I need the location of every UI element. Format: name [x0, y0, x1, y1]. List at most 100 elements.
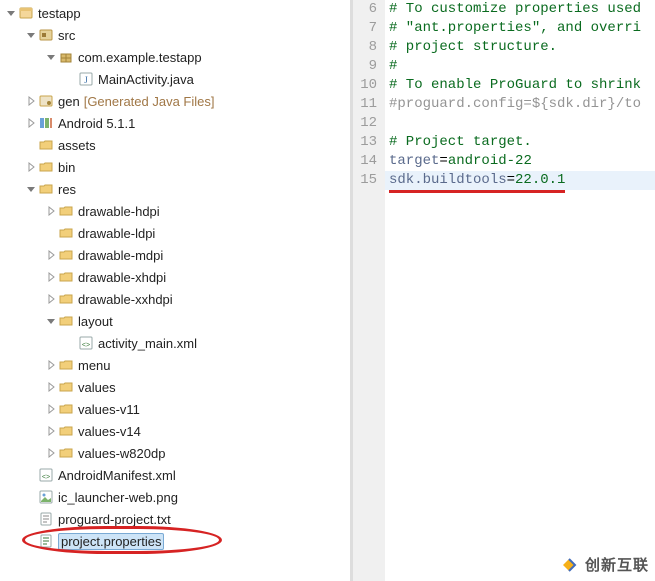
- tree-item-com-example-testapp[interactable]: com.example.testapp: [0, 46, 350, 68]
- tree-item-androidmanifest-xml[interactable]: <>AndroidManifest.xml: [0, 464, 350, 486]
- code-line-8[interactable]: # project structure.: [385, 38, 655, 57]
- prop-sep: =: [439, 153, 447, 169]
- svg-text:<>: <>: [42, 474, 50, 481]
- tree-item-assets[interactable]: assets: [0, 134, 350, 156]
- code-line-6[interactable]: # To customize properties used: [385, 0, 655, 19]
- txt-icon: [38, 511, 54, 527]
- folder-icon: [58, 225, 74, 241]
- folder-icon: [38, 137, 54, 153]
- code-text: # project structure.: [389, 39, 557, 55]
- tree-item-suffix: [Generated Java Files]: [84, 94, 215, 109]
- tree-item-src[interactable]: src: [0, 24, 350, 46]
- chevron-right-icon[interactable]: [44, 270, 58, 284]
- chevron-right-icon[interactable]: [44, 358, 58, 372]
- gutter-line: 13: [353, 133, 377, 152]
- watermark-text: 创新互联: [585, 554, 649, 575]
- chevron-right-icon[interactable]: [44, 402, 58, 416]
- tree-item-gen[interactable]: gen [Generated Java Files]: [0, 90, 350, 112]
- folder-icon: [58, 423, 74, 439]
- code-line-13[interactable]: # Project target.: [385, 133, 655, 152]
- code-line-10[interactable]: # To enable ProGuard to shrink: [385, 76, 655, 95]
- chevron-right-icon[interactable]: [44, 424, 58, 438]
- tree-item-values-w820dp[interactable]: values-w820dp: [0, 442, 350, 464]
- chevron-down-icon[interactable]: [24, 182, 38, 196]
- tree-item-values-v14[interactable]: values-v14: [0, 420, 350, 442]
- chevron-right-icon[interactable]: [44, 446, 58, 460]
- gutter-line: 14: [353, 152, 377, 171]
- png-icon: [38, 489, 54, 505]
- folder-icon: [58, 313, 74, 329]
- tree-item-label: values-v11: [78, 402, 140, 417]
- folder-icon: [58, 357, 74, 373]
- java-icon: J: [78, 71, 94, 87]
- tree-item-label: values-w820dp: [78, 446, 165, 461]
- gutter-line: 12: [353, 114, 377, 133]
- tree-item-label: ic_launcher-web.png: [58, 490, 178, 505]
- tree-item-label: MainActivity.java: [98, 72, 194, 87]
- chevron-down-icon[interactable]: [4, 6, 18, 20]
- tree-item-mainactivity-java[interactable]: J MainActivity.java: [0, 68, 350, 90]
- code-area[interactable]: # To customize properties used# "ant.pro…: [385, 0, 655, 190]
- folder-icon: [58, 401, 74, 417]
- tree-item-label: drawable-ldpi: [78, 226, 155, 241]
- code-line-11[interactable]: #proguard.config=${sdk.dir}/to: [385, 95, 655, 114]
- chevron-down-icon[interactable]: [44, 50, 58, 64]
- tree-item-drawable-xxhdpi[interactable]: drawable-xxhdpi: [0, 288, 350, 310]
- chevron-right-icon[interactable]: [44, 204, 58, 218]
- tree-item-label: com.example.testapp: [78, 50, 202, 65]
- xml-icon: <>: [78, 335, 94, 351]
- tree-item-drawable-xhdpi[interactable]: drawable-xhdpi: [0, 266, 350, 288]
- folder-icon: [58, 247, 74, 263]
- src-icon: [38, 27, 54, 43]
- svg-text:<>: <>: [82, 342, 90, 349]
- tree-item-res[interactable]: res: [0, 178, 350, 200]
- tree-item-drawable-mdpi[interactable]: drawable-mdpi: [0, 244, 350, 266]
- tree-item-label: drawable-xxhdpi: [78, 292, 173, 307]
- tree-item-android-5-1-1[interactable]: Android 5.1.1: [0, 112, 350, 134]
- project-icon: [18, 5, 34, 21]
- tree-item-menu[interactable]: menu: [0, 354, 350, 376]
- tree-item-drawable-ldpi[interactable]: drawable-ldpi: [0, 222, 350, 244]
- folder-icon: [38, 159, 54, 175]
- chevron-right-icon[interactable]: [24, 94, 38, 108]
- tree-item-layout[interactable]: layout: [0, 310, 350, 332]
- gutter-line: 10: [353, 76, 377, 95]
- tree-item-ic-launcher-web-png[interactable]: ic_launcher-web.png: [0, 486, 350, 508]
- tree-item-project-properties[interactable]: project.properties: [0, 530, 350, 552]
- code-editor[interactable]: 6789101112131415 # To customize properti…: [350, 0, 655, 581]
- code-line-14[interactable]: target=android-22: [385, 152, 655, 171]
- gutter-line: 7: [353, 19, 377, 38]
- tree-item-values[interactable]: values: [0, 376, 350, 398]
- tree-item-label: gen: [58, 94, 80, 109]
- tree-item-label: project.properties: [58, 533, 164, 550]
- folder-icon: [38, 181, 54, 197]
- tree-item-values-v11[interactable]: values-v11: [0, 398, 350, 420]
- tree-item-testapp[interactable]: testapp: [0, 2, 350, 24]
- tree-item-label: testapp: [38, 6, 81, 21]
- project-tree[interactable]: testapp srccom.example.testapp J MainActivi…: [0, 0, 350, 581]
- chevron-right-icon[interactable]: [24, 160, 38, 174]
- tree-item-label: activity_main.xml: [98, 336, 197, 351]
- code-text: #proguard.config=${sdk.dir}/to: [389, 96, 641, 112]
- tree-item-label: drawable-xhdpi: [78, 270, 166, 285]
- tree-item-drawable-hdpi[interactable]: drawable-hdpi: [0, 200, 350, 222]
- tree-item-proguard-project-txt[interactable]: proguard-project.txt: [0, 508, 350, 530]
- chevron-down-icon[interactable]: [44, 314, 58, 328]
- code-line-7[interactable]: # "ant.properties", and overri: [385, 19, 655, 38]
- chevron-right-icon[interactable]: [24, 116, 38, 130]
- folder-icon: [58, 291, 74, 307]
- chevron-right-icon[interactable]: [44, 380, 58, 394]
- tree-item-label: proguard-project.txt: [58, 512, 171, 527]
- chevron-right-icon[interactable]: [44, 292, 58, 306]
- tree-item-label: src: [58, 28, 75, 43]
- chevron-down-icon[interactable]: [24, 28, 38, 42]
- code-line-9[interactable]: #: [385, 57, 655, 76]
- tree-item-bin[interactable]: bin: [0, 156, 350, 178]
- chevron-right-icon[interactable]: [44, 248, 58, 262]
- code-line-15[interactable]: sdk.buildtools=22.0.1: [385, 171, 655, 190]
- code-line-12[interactable]: [385, 114, 655, 133]
- gutter-line: 15: [353, 171, 377, 190]
- tree-item-activity-main-xml[interactable]: <> activity_main.xml: [0, 332, 350, 354]
- code-text: #: [389, 58, 397, 74]
- prop-value: android-22: [448, 153, 532, 169]
